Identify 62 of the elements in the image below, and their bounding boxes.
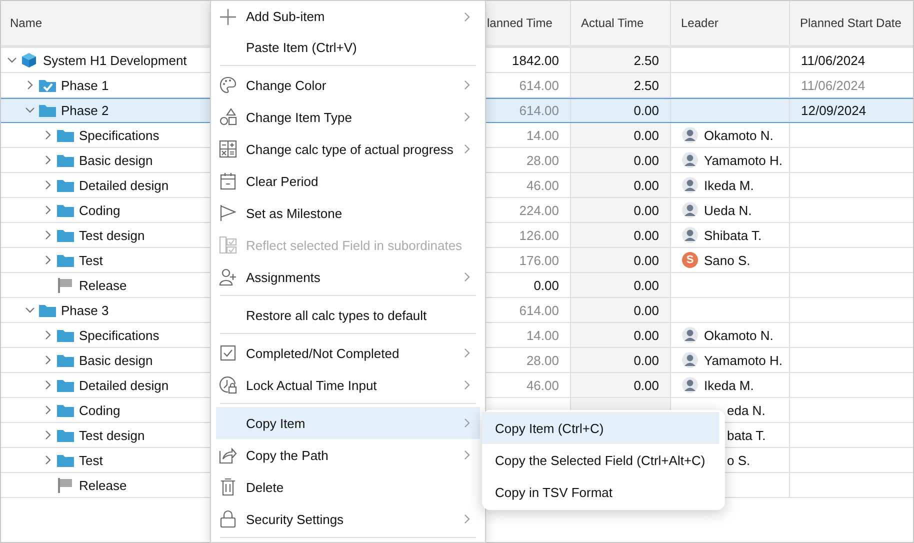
table-cell: 0.00 <box>634 228 659 242</box>
leader-name: Sano S. <box>704 252 750 268</box>
table-cell: 0.00 <box>534 278 559 292</box>
table-cell: 0.00 <box>634 328 659 342</box>
leader-name: Ikeda M. <box>704 178 754 192</box>
item-name: Specifications <box>79 328 160 342</box>
table-cell: 11/06/2024 <box>801 52 866 68</box>
table-cell: 614.00 <box>519 102 559 118</box>
table-cell: 0.00 <box>634 302 659 318</box>
leader-name: Ikeda M. <box>704 378 754 392</box>
leader-name: Yamamoto H. <box>704 152 783 168</box>
table-cell: 11/06/2024 <box>801 78 866 92</box>
item-name: Release <box>79 278 127 292</box>
item-name: Coding <box>79 202 120 218</box>
table-cell: 2.50 <box>634 78 659 92</box>
table-cell: 2.50 <box>634 52 659 68</box>
table-cell: 0.00 <box>634 202 659 218</box>
table-cell: 614.00 <box>519 302 559 318</box>
table-cell: 0.00 <box>634 152 659 168</box>
item-name: Basic design <box>79 152 153 168</box>
table-cell: 0.00 <box>634 278 659 292</box>
leader-name: Okamoto N. <box>704 128 774 142</box>
item-name: Coding <box>79 402 120 418</box>
table-cell: 0.00 <box>634 128 659 142</box>
leader-name: Yamamoto H. <box>704 352 783 368</box>
leader-name: eda N. <box>727 402 766 418</box>
table-cell: 14.00 <box>526 328 559 342</box>
table-cell: 28.00 <box>526 152 559 168</box>
table-cell: 46.00 <box>526 178 559 192</box>
leader-name: Ueda N. <box>704 202 752 218</box>
table-cell: 0.00 <box>634 102 659 118</box>
item-name: System H1 Development <box>43 52 187 68</box>
table-cell: 176.00 <box>519 252 559 268</box>
table-cell: 0.00 <box>634 178 659 192</box>
table-cell: 126.00 <box>519 228 559 242</box>
item-name: Specifications <box>79 128 160 142</box>
item-name: Detailed design <box>79 178 169 192</box>
table-cell: 12/09/2024 <box>801 102 866 118</box>
item-name: Test <box>79 252 103 268</box>
item-name: Release <box>79 478 127 492</box>
item-name: Test <box>79 452 103 468</box>
table-cell: 0.00 <box>634 252 659 268</box>
leader-name: o S. <box>727 452 750 468</box>
table-cell: 614.00 <box>519 78 559 92</box>
item-name: Phase 1 <box>61 78 109 92</box>
table-cell: 0.00 <box>634 352 659 368</box>
table-cell: 14.00 <box>526 128 559 142</box>
item-name: Phase 2 <box>61 102 109 118</box>
item-name: Test design <box>79 428 145 442</box>
item-name: Phase 3 <box>61 302 109 318</box>
table-cell: 28.00 <box>526 352 559 368</box>
leader-name: Okamoto N. <box>704 328 774 342</box>
item-name: Test design <box>79 228 145 242</box>
item-name: Basic design <box>79 352 153 368</box>
avatar-badge: S <box>682 252 698 268</box>
table-cell: 46.00 <box>526 378 559 392</box>
table-cell: 1842.00 <box>512 52 559 68</box>
table-cell: 0.00 <box>634 378 659 392</box>
item-name: Detailed design <box>79 378 169 392</box>
leader-name: Shibata T. <box>704 228 762 242</box>
leader-name: bata T. <box>727 428 766 442</box>
table-cell: 224.00 <box>519 202 559 218</box>
